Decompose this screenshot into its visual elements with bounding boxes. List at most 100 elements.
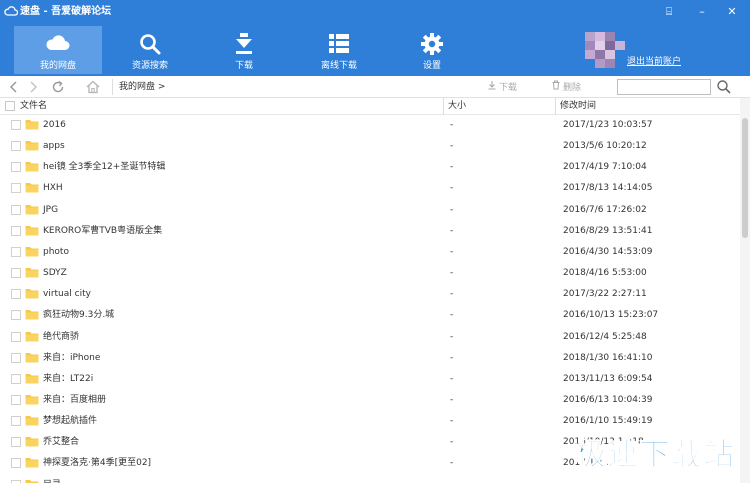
column-name-header[interactable]: 文件名 [20, 100, 47, 113]
table-row[interactable]: HXH - 2017/8/13 14:14:05 [0, 178, 740, 199]
row-checkbox[interactable] [11, 437, 21, 448]
file-name[interactable]: KERORO军曹TVB粤语版全集 [43, 225, 162, 237]
back-arrow-icon[interactable] [6, 79, 22, 95]
vertical-scrollbar[interactable] [740, 98, 750, 483]
folder-icon [25, 246, 39, 257]
tab-settings[interactable]: 设置 [388, 26, 476, 74]
row-checkbox[interactable] [11, 268, 21, 279]
scrollbar-thumb[interactable] [742, 118, 748, 238]
folder-icon [25, 373, 39, 384]
table-row[interactable]: KERORO军曹TVB粤语版全集 - 2016/8/29 13:51:41 [0, 221, 740, 242]
file-name[interactable]: 疯狂动物9.3分.城 [43, 309, 114, 321]
tab-download[interactable]: 下载 [200, 26, 288, 74]
file-modified-time: 2016/7/6 17:26:02 [563, 204, 647, 215]
column-time-header[interactable]: 修改时间 [560, 100, 596, 113]
file-name[interactable]: 乔艾整合 [43, 436, 79, 448]
avatar[interactable] [585, 32, 625, 68]
file-name[interactable]: 2016 [43, 119, 66, 131]
table-row[interactable]: 来自：iPhone - 2018/1/30 16:41:10 [0, 348, 740, 369]
table-row[interactable]: SDYZ - 2018/4/16 5:53:00 [0, 263, 740, 284]
file-size: - [450, 289, 454, 300]
row-checkbox[interactable] [11, 458, 21, 469]
row-checkbox[interactable] [11, 225, 21, 236]
column-divider[interactable] [555, 98, 556, 115]
file-name[interactable]: SDYZ [43, 267, 67, 279]
download-small-icon [488, 81, 496, 90]
cloud-icon [46, 35, 70, 50]
table-row[interactable]: 2016 - 2017/1/23 10:03:57 [0, 115, 740, 136]
folder-icon [25, 141, 39, 151]
file-size: - [450, 183, 454, 194]
row-checkbox[interactable] [11, 416, 21, 427]
table-row[interactable]: apps - 2013/5/6 10:20:12 [0, 136, 740, 157]
title-bar: 速盘 - 吾爱破解论坛 ⌸ – ✕ [0, 0, 750, 24]
row-checkbox[interactable] [11, 394, 21, 405]
file-name[interactable]: 梦想起航插件 [43, 415, 97, 427]
tab-my-disk[interactable]: 我的网盘 [14, 26, 102, 74]
file-name[interactable]: 目录 [43, 479, 61, 483]
file-size: - [450, 437, 454, 448]
row-checkbox[interactable] [11, 310, 21, 321]
row-checkbox[interactable] [11, 141, 21, 152]
close-button[interactable]: ✕ [718, 0, 746, 24]
column-size-header[interactable]: 大小 [448, 100, 466, 113]
file-name[interactable]: hei镜 全3季全12+圣诞节特辑 [43, 161, 165, 173]
row-checkbox[interactable] [11, 289, 21, 300]
file-size: - [450, 246, 454, 257]
home-icon[interactable] [85, 79, 101, 95]
row-checkbox[interactable] [11, 204, 21, 215]
row-checkbox[interactable] [11, 331, 21, 342]
file-modified-time: 2013/5/6 10:20:12 [563, 141, 647, 152]
search-input[interactable] [617, 79, 711, 95]
row-checkbox[interactable] [11, 246, 21, 257]
table-row[interactable]: 梦想起航插件 - 2016/1/10 15:49:19 [0, 411, 740, 432]
table-row[interactable]: 绝代商骄 - 2016/12/4 5:25:48 [0, 327, 740, 348]
menu-button[interactable]: ⌸ [655, 0, 683, 24]
list-icon [329, 34, 349, 53]
table-row[interactable]: 来自：LT22i - 2013/11/13 6:09:54 [0, 369, 740, 390]
navigation-bar: 我的网盘 > 下载 删除 [0, 76, 750, 98]
table-row[interactable]: photo - 2016/4/30 14:53:09 [0, 242, 740, 263]
file-name[interactable]: photo [43, 246, 69, 258]
delete-button[interactable]: 删除 [551, 80, 581, 95]
file-name[interactable]: 来自：百度相册 [43, 394, 106, 406]
table-row[interactable]: 疯狂动物9.3分.城 - 2016/10/13 15:23:07 [0, 305, 740, 326]
table-row[interactable]: hei镜 全3季全12+圣诞节特辑 - 2017/4/19 7:10:04 [0, 157, 740, 178]
row-checkbox[interactable] [11, 373, 21, 384]
refresh-icon[interactable] [50, 79, 66, 95]
file-modified-time: 2016/4/30 14:53:09 [563, 246, 653, 257]
file-name[interactable]: 神探夏洛克·第4季[更至02] [43, 457, 151, 469]
row-checkbox[interactable] [11, 479, 21, 483]
logout-link[interactable]: 退出当前账户 [627, 54, 681, 67]
row-checkbox[interactable] [11, 120, 21, 130]
file-name[interactable]: 来自：LT22i [43, 373, 93, 385]
row-checkbox[interactable] [11, 352, 21, 363]
select-all-checkbox[interactable] [5, 101, 15, 111]
tab-offline-download[interactable]: 离线下载 [295, 26, 383, 74]
file-name[interactable]: 来自：iPhone [43, 352, 100, 364]
folder-icon [25, 437, 39, 447]
file-size: - [450, 352, 454, 363]
tab-label: 设置 [422, 61, 441, 71]
row-checkbox[interactable] [11, 162, 21, 173]
file-list: 2016 - 2017/1/23 10:03:57 apps - 2013/5/6 10:… [0, 115, 740, 483]
tab-resource-search[interactable]: 资源搜索 [106, 26, 194, 74]
forward-arrow-icon[interactable] [25, 79, 41, 95]
tab-label: 离线下载 [320, 61, 357, 71]
minimize-button[interactable]: – [688, 0, 716, 24]
column-divider[interactable] [443, 98, 444, 115]
file-name[interactable]: HXH [43, 182, 63, 194]
breadcrumb[interactable]: 我的网盘 > [112, 79, 442, 95]
row-checkbox[interactable] [11, 183, 21, 194]
search-button-icon[interactable] [716, 79, 732, 95]
file-name[interactable]: 绝代商骄 [43, 331, 79, 343]
table-row[interactable]: JPG - 2016/7/6 17:26:02 [0, 200, 740, 221]
file-size: - [450, 373, 454, 384]
file-name[interactable]: apps [43, 140, 65, 152]
table-row[interactable]: virtual city - 2017/3/22 2:27:11 [0, 284, 740, 305]
file-name[interactable]: JPG [43, 204, 58, 216]
folder-icon [25, 225, 39, 236]
table-row[interactable]: 来自：百度相册 - 2016/6/13 10:04:39 [0, 390, 740, 411]
file-name[interactable]: virtual city [43, 288, 91, 300]
download-button[interactable]: 下载 [487, 80, 517, 95]
